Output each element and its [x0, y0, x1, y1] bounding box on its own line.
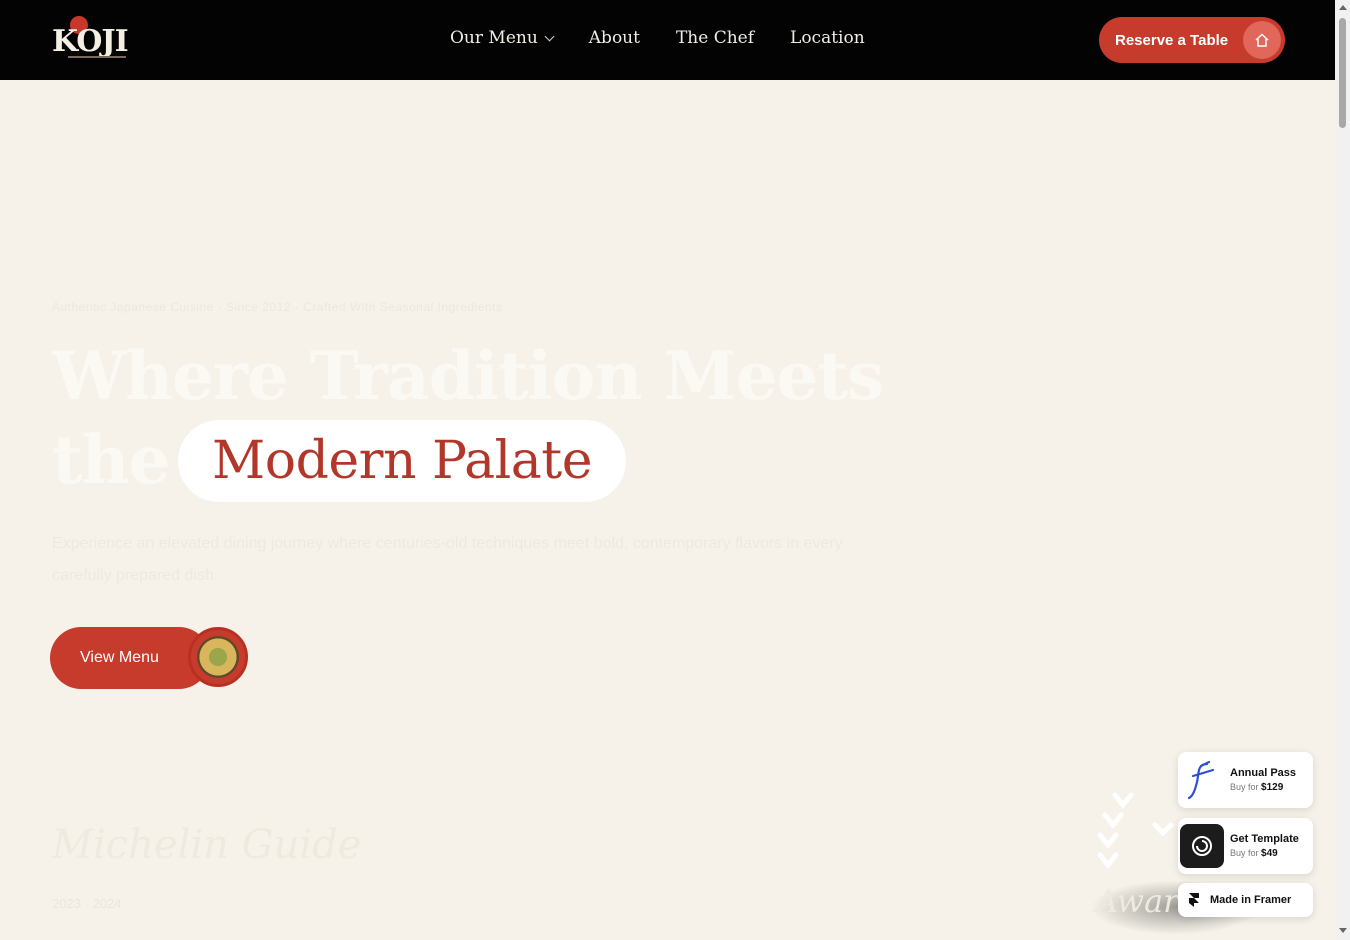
framer-logo-icon [1189, 893, 1199, 907]
hero-title-prefix: the [52, 421, 170, 499]
nav-our-menu-label: Our Menu [450, 28, 538, 48]
view-menu-button[interactable]: View Menu [50, 627, 248, 689]
reserve-table-label: Reserve a Table [1115, 31, 1229, 49]
nav-our-menu[interactable]: Our Menu [450, 28, 555, 48]
template-price-prefix: Buy for [1230, 848, 1259, 858]
annual-pass-price-prefix: Buy for [1230, 782, 1259, 792]
home-icon [1243, 21, 1281, 59]
hero-title-line1: Where Tradition Meets [52, 337, 884, 415]
page-scrollbar[interactable] [1335, 0, 1350, 940]
hero-subtitle: Experience an elevated dining journey wh… [52, 535, 843, 584]
scroll-thumb[interactable] [1339, 18, 1346, 128]
annual-pass-price: Buy for $129 [1230, 782, 1296, 793]
nav-the-chef[interactable]: The Chef [676, 28, 754, 48]
scroll-down-arrow-icon[interactable] [1339, 928, 1347, 933]
scroll-up-arrow-icon[interactable] [1339, 5, 1347, 10]
accolade-script: Michelin Guide [52, 822, 362, 868]
framer-f-icon [1180, 758, 1224, 802]
nav-about[interactable]: About [589, 28, 640, 48]
made-in-framer-label: Made in Framer [1210, 894, 1292, 906]
reserve-table-button[interactable]: Reserve a Table [1099, 17, 1285, 63]
chevron-down-icon [544, 31, 555, 41]
get-template-price: Buy for $49 [1230, 848, 1299, 859]
view-menu-label: View Menu [50, 627, 210, 689]
annual-pass-title: Annual Pass [1230, 767, 1297, 779]
hero-highlight-text: Modern Palate [212, 431, 592, 491]
logo-text: KOJI [52, 24, 129, 59]
annual-pass-price-value: $129 [1261, 782, 1284, 793]
hero-title-highlight: Modern Palate [178, 420, 626, 502]
template-icon [1180, 824, 1224, 868]
hero-eyebrow: Authentic Japanese Cuisine · Since 2012 … [52, 300, 503, 314]
annual-pass-badge[interactable]: Annual Pass Buy for $129 [1178, 752, 1313, 808]
made-in-framer-badge[interactable]: Made in Framer [1178, 883, 1313, 917]
nav-links: Our Menu About The Chef Location [450, 28, 865, 48]
get-template-badge[interactable]: Get Template Buy for $49 [1178, 818, 1313, 874]
koji-logo[interactable]: KOJI [52, 16, 136, 64]
get-template-title: Get Template [1230, 833, 1299, 845]
nav-location[interactable]: Location [790, 28, 865, 48]
dish-thumbnail [197, 636, 239, 678]
template-price-value: $49 [1261, 848, 1278, 859]
top-nav: KOJI Our Menu About The Chef Location Re… [0, 0, 1335, 80]
logo-tagline [68, 56, 126, 58]
accolade-sub: 2023 · 2024 [52, 896, 122, 911]
